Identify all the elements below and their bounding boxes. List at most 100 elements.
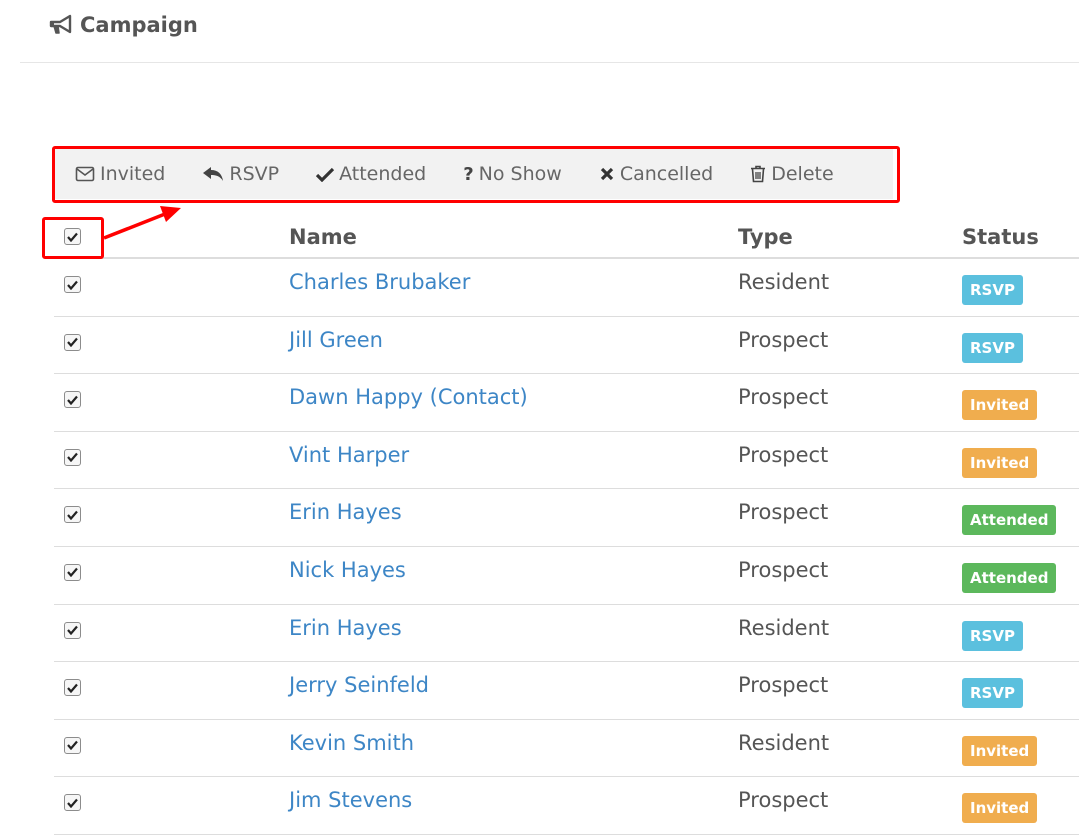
type-cell: Prospect <box>738 374 828 431</box>
status-badge: Invited <box>962 390 1038 421</box>
type-cell: Prospect <box>738 432 828 489</box>
row-checkbox-cell <box>64 489 94 546</box>
checkmark-icon <box>67 337 78 348</box>
table-body: Charles Brubaker Resident RSVP Jill Green Pr… <box>54 259 1079 835</box>
no-show-button[interactable]: ? No Show <box>463 163 562 185</box>
row-checkbox[interactable] <box>64 621 81 639</box>
status-cell: Invited <box>962 374 1038 431</box>
contact-name-link[interactable]: Dawn Happy (Contact) <box>289 385 528 409</box>
contact-type: Prospect <box>738 500 829 525</box>
row-checkbox-cell <box>64 259 94 316</box>
attended-button-label: Attended <box>339 163 427 185</box>
checkmark-icon <box>67 625 78 636</box>
table-header-row: Name Type Status <box>54 216 1079 259</box>
table-row: Erin Hayes Prospect Attended <box>54 489 1079 547</box>
cancelled-button[interactable]: Cancelled <box>599 163 713 185</box>
row-checkbox-cell <box>64 317 94 374</box>
type-cell: Prospect <box>738 489 828 546</box>
type-cell: Resident <box>738 259 829 316</box>
type-cell: Prospect <box>738 777 828 834</box>
check-icon <box>316 167 335 182</box>
contact-name-link[interactable]: Jim Stevens <box>289 788 412 812</box>
status-badge: RSVP <box>962 332 1023 363</box>
row-checkbox[interactable] <box>64 448 81 466</box>
status-badge: Invited <box>962 447 1038 478</box>
checkmark-icon <box>67 798 78 808</box>
bullhorn-icon <box>49 14 72 34</box>
contact-name-link[interactable]: Vint Harper <box>289 443 409 467</box>
row-checkbox[interactable] <box>64 563 81 581</box>
delete-button[interactable]: Delete <box>750 163 834 185</box>
type-cell: Resident <box>738 605 829 662</box>
bulk-action-toolbar: Invited RSVP Attended ? No Show Cancelle… <box>55 149 893 199</box>
status-cell: RSVP <box>962 605 1023 662</box>
status-badge: RSVP <box>962 678 1023 709</box>
status-column-header[interactable]: Status <box>962 216 1039 257</box>
row-checkbox[interactable] <box>64 736 81 754</box>
table-row: Jerry Seinfeld Prospect RSVP <box>54 662 1079 720</box>
name-cell: Jill Green <box>289 317 383 374</box>
name-cell: Dawn Happy (Contact) <box>289 374 528 431</box>
contact-name-link[interactable]: Charles Brubaker <box>289 270 470 294</box>
name-cell: Jerry Seinfeld <box>289 662 429 719</box>
campaign-page: Campaign Invited RSVP Attended ? No Show <box>0 0 1079 837</box>
checkmark-icon <box>67 741 78 751</box>
contact-name-link[interactable]: Kevin Smith <box>289 731 414 755</box>
contact-name-link[interactable]: Erin Hayes <box>289 616 402 640</box>
no-show-button-label: No Show <box>478 163 562 185</box>
contact-name-link[interactable]: Erin Hayes <box>289 500 402 524</box>
status-cell: Invited <box>962 432 1038 489</box>
status-badge: Attended <box>962 505 1057 536</box>
row-checkbox-cell <box>64 432 94 489</box>
row-checkbox-cell <box>64 605 94 662</box>
row-checkbox[interactable] <box>64 506 81 524</box>
checkmark-icon <box>67 453 78 463</box>
name-cell: Nick Hayes <box>289 547 406 604</box>
contact-type: Prospect <box>738 673 829 698</box>
name-column-header[interactable]: Name <box>289 216 357 257</box>
checkmark-icon <box>67 232 78 242</box>
select-all-checkbox[interactable] <box>64 228 81 245</box>
status-cell: Invited <box>962 720 1038 777</box>
type-cell: Prospect <box>738 547 828 604</box>
row-checkbox[interactable] <box>64 333 81 351</box>
attended-button[interactable]: Attended <box>316 163 426 185</box>
table-row: Kevin Smith Resident Invited <box>54 720 1079 778</box>
question-icon: ? <box>463 163 474 185</box>
row-checkbox[interactable] <box>64 276 81 293</box>
row-checkbox[interactable] <box>64 391 81 409</box>
row-checkbox[interactable] <box>64 679 81 697</box>
status-badge: Invited <box>962 793 1038 824</box>
contact-type: Prospect <box>738 442 829 467</box>
contact-name-link[interactable]: Jill Green <box>289 328 383 352</box>
invited-button[interactable]: Invited <box>75 163 165 185</box>
contact-type: Prospect <box>738 557 829 582</box>
status-cell: Attended <box>962 489 1057 546</box>
name-cell: Kevin Smith <box>289 720 414 777</box>
status-badge: RSVP <box>962 620 1023 651</box>
table-row: Charles Brubaker Resident RSVP <box>54 259 1079 317</box>
status-cell: RSVP <box>962 259 1023 316</box>
checkmark-icon <box>67 683 78 693</box>
table-row: Jill Green Prospect RSVP <box>54 317 1079 375</box>
row-checkbox-cell <box>64 547 94 604</box>
contact-name-link[interactable]: Jerry Seinfeld <box>289 673 429 697</box>
table-row: Erin Hayes Resident RSVP <box>54 605 1079 663</box>
row-checkbox-cell <box>64 374 94 431</box>
row-checkbox[interactable] <box>64 794 81 812</box>
status-cell: RSVP <box>962 317 1023 374</box>
name-cell: Charles Brubaker <box>289 259 470 316</box>
type-column-header[interactable]: Type <box>738 216 793 257</box>
row-checkbox-cell <box>64 777 94 834</box>
table-row: Dawn Happy (Contact) Prospect Invited <box>54 374 1079 432</box>
name-cell: Vint Harper <box>289 432 409 489</box>
page-header: Campaign <box>48 8 198 42</box>
table-row: Nick Hayes Prospect Attended <box>54 547 1079 605</box>
contact-name-link[interactable]: Nick Hayes <box>289 558 406 582</box>
status-cell: RSVP <box>962 662 1023 719</box>
rsvp-button[interactable]: RSVP <box>202 163 279 185</box>
reply-icon <box>203 167 224 181</box>
status-cell: Invited <box>962 777 1038 834</box>
row-checkbox-cell <box>64 720 94 777</box>
campaign-table: Name Type Status Charles Brubaker Residen… <box>54 216 1079 835</box>
